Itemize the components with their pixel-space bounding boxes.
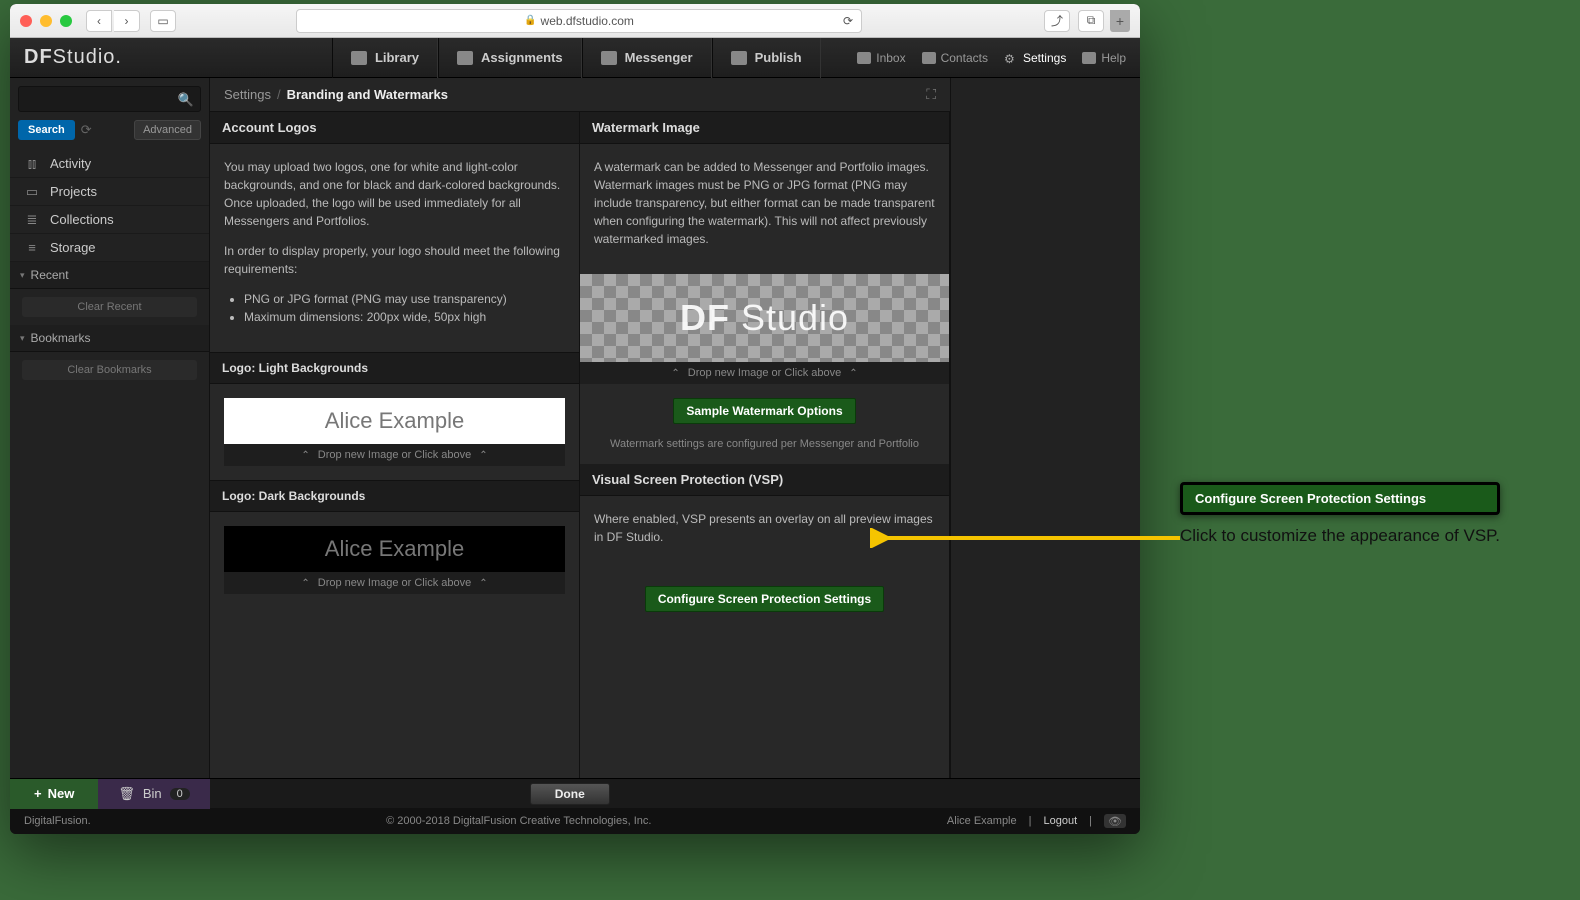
- back-button[interactable]: ‹: [86, 10, 112, 32]
- sidebar-bookmarks-header[interactable]: Bookmarks: [10, 325, 209, 352]
- inbox-icon: [857, 52, 871, 64]
- forward-button[interactable]: ›: [114, 10, 140, 32]
- watermark-panel: Watermark Image A watermark can be added…: [580, 112, 950, 778]
- new-tab-button[interactable]: +: [1110, 10, 1130, 32]
- address-bar[interactable]: 🔒 web.dfstudio.com ⟳: [296, 9, 862, 33]
- account-logos-panel: Account Logos You may upload two logos, …: [210, 112, 580, 778]
- share-button[interactable]: ⤴: [1044, 10, 1070, 32]
- nav-publish[interactable]: Publish: [712, 38, 821, 78]
- preview-mode-icon[interactable]: 👁: [1104, 814, 1126, 828]
- collections-icon: ≣: [24, 213, 40, 227]
- new-button[interactable]: +New: [10, 779, 98, 809]
- footer-copyright: © 2000-2018 DigitalFusion Creative Techn…: [386, 815, 651, 827]
- sidebar-storage[interactable]: ≡Storage: [10, 234, 209, 262]
- search-input[interactable]: 🔍: [18, 86, 201, 112]
- app-logo: DFStudio.: [24, 46, 122, 69]
- sidebar: 🔍 Search ⟳ Advanced ⫾⫾Activity ▭Projects…: [10, 78, 210, 778]
- watermark-header: Watermark Image: [580, 112, 949, 144]
- activity-icon: ⫾⫾: [24, 157, 40, 171]
- projects-icon: ▭: [24, 185, 40, 199]
- bottom-toolbar: +New 🗑Bin0 Done: [10, 778, 1140, 808]
- logos-req-2: Maximum dimensions: 200px wide, 50px hig…: [244, 308, 565, 326]
- header-contacts[interactable]: Contacts: [922, 51, 988, 65]
- search-button[interactable]: Search: [18, 120, 75, 140]
- vsp-header: Visual Screen Protection (VSP): [580, 464, 949, 496]
- light-logo-drop-hint[interactable]: Drop new Image or Click above: [224, 444, 565, 466]
- browser-chrome: ‹ › ▭ 🔒 web.dfstudio.com ⟳ ⤴ ⧉ +: [10, 4, 1140, 38]
- dark-logo-header: Logo: Dark Backgrounds: [210, 480, 579, 512]
- reload-icon[interactable]: ⟳: [843, 14, 853, 28]
- storage-icon: ≡: [24, 241, 40, 255]
- vsp-desc: Where enabled, VSP presents an overlay o…: [594, 510, 935, 546]
- bin-count: 0: [170, 788, 190, 800]
- watermark-drop-hint[interactable]: Drop new Image or Click above: [580, 362, 949, 384]
- library-icon: [351, 51, 367, 65]
- logos-desc-1: You may upload two logos, one for white …: [224, 158, 565, 230]
- publish-icon: [731, 51, 747, 65]
- watermark-note: Watermark settings are configured per Me…: [580, 438, 949, 450]
- status-bar: DigitalFusion. © 2000-2018 DigitalFusion…: [10, 808, 1140, 834]
- nav-library[interactable]: Library: [332, 38, 438, 78]
- logout-link[interactable]: Logout: [1043, 815, 1077, 827]
- window-zoom-icon[interactable]: [60, 15, 72, 27]
- lock-icon: 🔒: [524, 15, 536, 26]
- contacts-icon: [922, 52, 936, 64]
- url-text: web.dfstudio.com: [541, 14, 634, 28]
- expand-icon[interactable]: ⛶: [926, 86, 936, 103]
- logos-desc-2: In order to display properly, your logo …: [224, 242, 565, 278]
- account-logos-header: Account Logos: [210, 112, 579, 144]
- nav-assignments[interactable]: Assignments: [438, 38, 582, 78]
- clear-bookmarks-button[interactable]: Clear Bookmarks: [22, 360, 197, 380]
- search-icon: 🔍: [178, 92, 194, 108]
- messenger-icon: [601, 51, 617, 65]
- header-inbox[interactable]: Inbox: [857, 51, 905, 65]
- watermark-preview[interactable]: DF Studio: [580, 274, 949, 362]
- footer-brand: DigitalFusion.: [24, 815, 91, 827]
- sidebar-toggle-button[interactable]: ▭: [150, 10, 176, 32]
- dark-logo-preview[interactable]: Alice Example: [224, 526, 565, 572]
- light-logo-header: Logo: Light Backgrounds: [210, 352, 579, 384]
- gear-icon: ⚙: [1004, 52, 1018, 64]
- refresh-icon[interactable]: ⟳: [81, 122, 92, 138]
- sample-watermark-button[interactable]: Sample Watermark Options: [673, 398, 855, 424]
- callout-button-copy: Configure Screen Protection Settings: [1180, 482, 1500, 515]
- configure-vsp-button[interactable]: Configure Screen Protection Settings: [645, 586, 884, 612]
- advanced-button[interactable]: Advanced: [134, 120, 201, 140]
- sidebar-projects[interactable]: ▭Projects: [10, 178, 209, 206]
- light-logo-preview[interactable]: Alice Example: [224, 398, 565, 444]
- annotation-callout: Configure Screen Protection Settings Cli…: [1180, 482, 1500, 548]
- help-icon: [1082, 52, 1096, 64]
- breadcrumb-current: Branding and Watermarks: [287, 87, 448, 102]
- window-close-icon[interactable]: [20, 15, 32, 27]
- app-header: DFStudio. Library Assignments Messenger …: [10, 38, 1140, 78]
- logos-req-1: PNG or JPG format (PNG may use transpare…: [244, 290, 565, 308]
- bin-button[interactable]: 🗑Bin0: [98, 779, 209, 809]
- footer-username: Alice Example: [947, 815, 1017, 827]
- watermark-desc: A watermark can be added to Messenger an…: [594, 158, 935, 248]
- nav-messenger[interactable]: Messenger: [582, 38, 712, 78]
- sidebar-recent-header[interactable]: Recent: [10, 262, 209, 289]
- bin-icon: 🗑: [118, 786, 135, 802]
- breadcrumb-root[interactable]: Settings: [224, 87, 271, 102]
- dark-logo-drop-hint[interactable]: Drop new Image or Click above: [224, 572, 565, 594]
- clear-recent-button[interactable]: Clear Recent: [22, 297, 197, 317]
- callout-text: Click to customize the appearance of VSP…: [1180, 525, 1500, 548]
- breadcrumb: Settings / Branding and Watermarks ⛶: [210, 78, 950, 112]
- header-help[interactable]: Help: [1082, 51, 1126, 65]
- assignments-icon: [457, 51, 473, 65]
- tabs-button[interactable]: ⧉: [1078, 10, 1104, 32]
- right-sidebar: [950, 78, 1140, 778]
- plus-icon: +: [34, 786, 42, 801]
- header-settings[interactable]: ⚙Settings: [1004, 51, 1066, 65]
- done-button[interactable]: Done: [530, 783, 610, 805]
- sidebar-collections[interactable]: ≣Collections: [10, 206, 209, 234]
- sidebar-activity[interactable]: ⫾⫾Activity: [10, 150, 209, 178]
- window-minimize-icon[interactable]: [40, 15, 52, 27]
